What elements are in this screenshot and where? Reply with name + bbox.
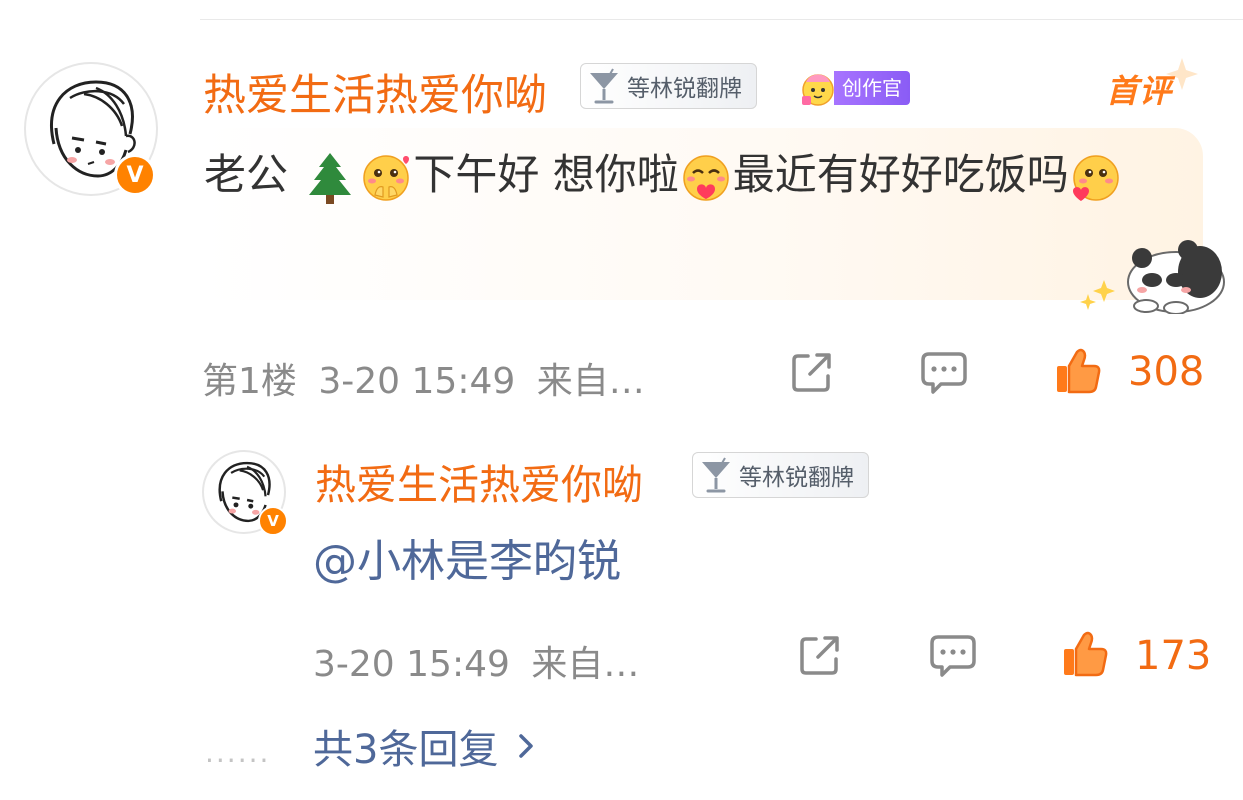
- fan-badge[interactable]: 等林锐翻牌: [580, 63, 757, 109]
- first-comment-tag: 首评: [1104, 56, 1204, 116]
- chevron-right-icon: [519, 734, 534, 758]
- pine-tree-emoji: [309, 152, 352, 204]
- comment-text-part1: 老公: [204, 150, 302, 199]
- thread-dots: ······: [205, 744, 271, 777]
- reply-like-count: 173: [1135, 633, 1212, 679]
- creator-badge-label: 创作官: [834, 71, 910, 105]
- panda-sticker: [1080, 240, 1225, 314]
- comment-text-part2: 下午好 想你啦: [413, 150, 679, 199]
- cocktail-cup-icon: [581, 63, 627, 109]
- reply-avatar[interactable]: V: [202, 450, 288, 536]
- more-replies-link[interactable]: 共3条回复: [313, 717, 536, 775]
- thumbs-up-icon[interactable]: [1053, 346, 1103, 396]
- reply-fan-badge[interactable]: 等林锐翻牌: [692, 452, 869, 498]
- username[interactable]: 热爱生活热爱你呦: [203, 61, 547, 123]
- love-emoji: [1072, 154, 1119, 201]
- hugging-emoji: [682, 154, 729, 201]
- reply-thumbs-up-icon[interactable]: [1060, 629, 1110, 679]
- reply-mention-text[interactable]: @小林是李昀锐: [313, 525, 621, 589]
- reply-meta: 3-20 15:49 来自…: [313, 635, 639, 687]
- reply-fan-badge-label: 等林锐翻牌: [739, 465, 854, 491]
- avatar[interactable]: V: [24, 62, 158, 196]
- verified-v-icon: V: [114, 154, 156, 196]
- reply-username[interactable]: 热爱生活热爱你呦: [315, 451, 643, 511]
- first-comment-label: 首评: [1106, 72, 1173, 110]
- floor-number: 第1楼: [202, 361, 297, 402]
- blush-emoji: [363, 154, 410, 201]
- verified-v-icon: V: [258, 506, 288, 536]
- fan-badge-label: 等林锐翻牌: [627, 76, 742, 102]
- comment-text: 老公 下午好 想你啦 最近有好好吃饭吗: [204, 140, 1154, 210]
- reply-time: 3-20 15:49: [313, 644, 510, 685]
- share-icon[interactable]: [788, 348, 836, 396]
- reply-comment-icon[interactable]: [928, 631, 978, 679]
- more-replies-label: 共3条回复: [313, 727, 499, 773]
- reply-source[interactable]: 来自…: [531, 644, 639, 685]
- top-divider: [200, 19, 1243, 20]
- creator-mascot-icon: [802, 74, 834, 106]
- comment-text-part3: 最近有好好吃饭吗: [732, 150, 1069, 199]
- comment-source[interactable]: 来自…: [537, 361, 645, 402]
- comment-meta: 第1楼 3-20 15:49 来自…: [202, 352, 645, 404]
- creator-badge[interactable]: 创作官: [798, 70, 910, 106]
- reply-share-icon[interactable]: [796, 631, 844, 679]
- comment-icon[interactable]: [919, 348, 969, 396]
- cocktail-cup-icon: [693, 452, 739, 498]
- comment-time: 3-20 15:49: [318, 361, 516, 402]
- like-count: 308: [1128, 349, 1205, 395]
